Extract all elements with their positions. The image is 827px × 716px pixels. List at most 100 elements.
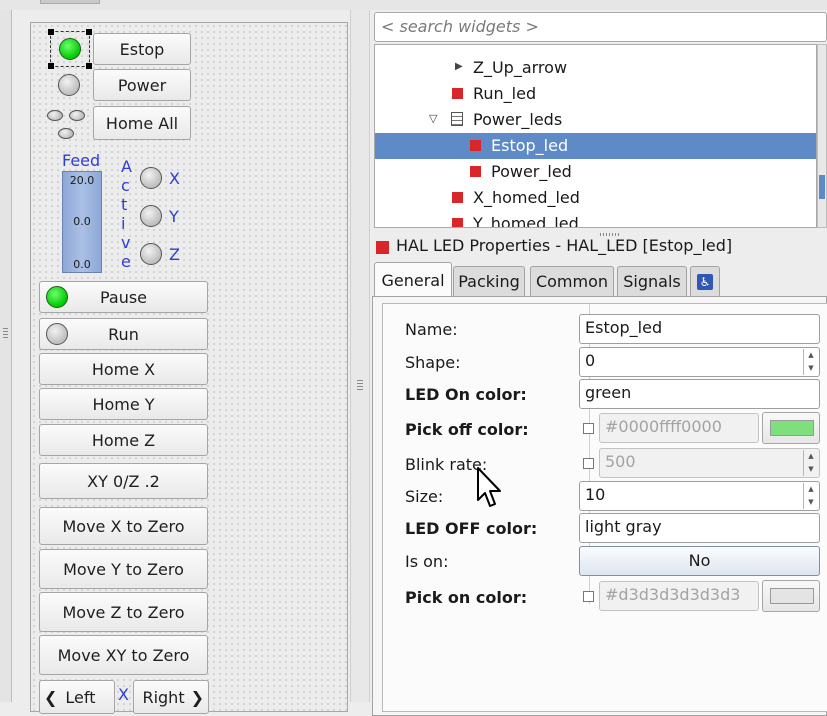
prop-label-off-color: LED OFF color: [405, 519, 538, 538]
move-z-zero-button[interactable]: Move Z to Zero [39, 592, 208, 632]
move-y-zero-button[interactable]: Move Y to Zero [39, 549, 208, 589]
left-dock [0, 10, 12, 702]
tree-item-run-led[interactable]: Run_led [375, 81, 816, 107]
blink-rate-checkbox[interactable] [583, 458, 594, 469]
tree-item-label: Y_homed_led [473, 214, 579, 228]
pick-off-color-value: #0000ffff0000 [605, 417, 722, 436]
chevron-right-icon: ❯ [190, 687, 204, 707]
run-button-label: Run [108, 324, 139, 344]
estop-led-icon [59, 38, 81, 60]
properties-title: HAL LED Properties - HAL_LED [Estop_led] [396, 236, 733, 255]
axis-x-led-icon[interactable] [140, 167, 162, 189]
tree-scrollbar-thumb[interactable] [819, 175, 825, 199]
pick-off-color-checkbox[interactable] [583, 423, 594, 434]
prop-label-shape: Shape: [405, 353, 461, 372]
home-z-button[interactable]: Home Z [39, 424, 208, 456]
feed-max: 20.0 [69, 174, 95, 187]
tree-item-power-led[interactable]: Power_led [375, 159, 816, 185]
home-y-led-icon[interactable] [69, 110, 85, 121]
blink-rate-spinbox[interactable]: 500 ▲ ▼ [599, 448, 820, 478]
tab-common[interactable]: Common [530, 266, 614, 296]
tab-accessibility[interactable]: ♿ [690, 266, 720, 296]
tree-item-y-homed-led[interactable]: Y_homed_led [375, 211, 816, 228]
pick-off-color-field[interactable]: #0000ffff0000 [599, 413, 759, 443]
widget-tree[interactable]: ▶ Z_Up_arrow Run_led ▽ Power_leds Estop_… [374, 44, 817, 228]
feed-min: 0.0 [73, 258, 91, 271]
run-button[interactable]: Run [39, 318, 208, 350]
tree-item-power-leds[interactable]: ▽ Power_leds [375, 107, 816, 133]
home-all-button[interactable]: Home All [93, 106, 191, 140]
blink-rate-value: 500 [605, 452, 636, 471]
off-color-field[interactable]: light gray [579, 513, 820, 543]
move-x-zero-label: Move X to Zero [62, 516, 185, 536]
xy0-z2-button[interactable]: XY 0/Z .2 [39, 463, 208, 499]
move-x-zero-button[interactable]: Move X to Zero [39, 507, 208, 545]
inspector-panel: < search widgets > ▶ Z_Up_arrow Run_led … [370, 10, 827, 716]
home-y-button[interactable]: Home Y [39, 388, 208, 420]
active-letter: A [121, 157, 132, 176]
tab-label: General [381, 270, 445, 290]
spin-arrows-icon[interactable]: ▲ ▼ [803, 349, 818, 375]
home-y-button-label: Home Y [92, 394, 155, 414]
tree-item-label: Estop_led [491, 136, 569, 155]
home-x-led-icon[interactable] [47, 110, 63, 121]
power-button[interactable]: Power [93, 69, 191, 101]
home-z-led-icon[interactable] [58, 128, 74, 139]
tab-signals[interactable]: Signals [617, 266, 687, 296]
home-x-button[interactable]: Home X [39, 353, 208, 385]
selection-handle[interactable] [48, 29, 54, 35]
tab-packing[interactable]: Packing [453, 266, 525, 296]
selection-handle[interactable] [86, 63, 92, 69]
name-field[interactable]: Estop_led [579, 314, 820, 344]
jog-right-button[interactable]: Right ❯ [133, 680, 209, 714]
pick-on-color-field[interactable]: #d3d3d3d3d3d3 [599, 581, 759, 611]
pick-off-color-button[interactable] [762, 412, 820, 444]
pane-splitter[interactable] [350, 10, 370, 702]
left-dock-grip[interactable] [3, 328, 8, 338]
splitter-grip[interactable] [357, 380, 363, 392]
expander-right-icon[interactable]: ▶ [455, 61, 463, 72]
move-xy-zero-button[interactable]: Move XY to Zero [39, 635, 208, 675]
off-color-value: light gray [585, 517, 662, 536]
accessibility-icon: ♿ [697, 273, 713, 290]
tree-item-z-up-arrow[interactable]: ▶ Z_Up_arrow [375, 55, 816, 81]
on-color-field[interactable]: green [579, 379, 820, 409]
selection-handle[interactable] [48, 63, 54, 69]
jog-left-button[interactable]: ❮ Left [39, 680, 115, 714]
name-field-value: Estop_led [585, 318, 663, 337]
prop-label-blink-rate: Blink rate: [405, 455, 488, 474]
on-color-value: green [585, 383, 632, 402]
tree-scrollbar[interactable] [817, 44, 827, 228]
pause-button[interactable]: Pause [39, 281, 208, 313]
power-button-label: Power [117, 75, 167, 95]
tree-item-x-homed-led[interactable]: X_homed_led [375, 185, 816, 211]
estop-led-selected[interactable] [48, 29, 92, 69]
spin-arrows-icon[interactable]: ▲ ▼ [803, 450, 818, 476]
tree-item-estop-led[interactable]: Estop_led [375, 133, 816, 159]
pick-on-color-checkbox[interactable] [583, 591, 594, 602]
pick-on-color-button[interactable] [762, 580, 820, 612]
axis-z-label: Z [169, 245, 180, 264]
widget-search-input[interactable]: < search widgets > [374, 12, 827, 42]
selection-handle[interactable] [86, 29, 92, 35]
axis-z-led-icon[interactable] [140, 243, 162, 265]
spin-arrows-icon[interactable]: ▲ ▼ [803, 483, 818, 509]
is-on-toggle[interactable]: No [579, 546, 820, 576]
led-widget-icon [376, 241, 389, 254]
active-letter: c [121, 176, 130, 195]
led-widget-icon [452, 218, 463, 227]
expander-down-icon[interactable]: ▽ [429, 112, 437, 125]
home-z-button-label: Home Z [91, 430, 156, 450]
size-spinbox[interactable]: 10 ▲ ▼ [579, 481, 820, 511]
prop-label-pick-off-color: Pick off color: [405, 420, 529, 439]
feed-bar[interactable]: 20.0 0.0 0.0 [62, 171, 102, 273]
axis-y-led-icon[interactable] [140, 205, 162, 227]
estop-button[interactable]: Estop [93, 33, 191, 65]
design-canvas[interactable]: Estop Power Home All Feed 20.0 0.0 0.0 A… [30, 22, 348, 714]
feed-label: Feed [62, 151, 101, 170]
tree-item-label: Z_Up_arrow [473, 58, 568, 77]
power-led-icon[interactable] [58, 74, 80, 96]
tab-label: Signals [623, 272, 681, 291]
shape-spinbox[interactable]: 0 ▲ ▼ [579, 347, 820, 377]
tab-general[interactable]: General [374, 262, 452, 297]
